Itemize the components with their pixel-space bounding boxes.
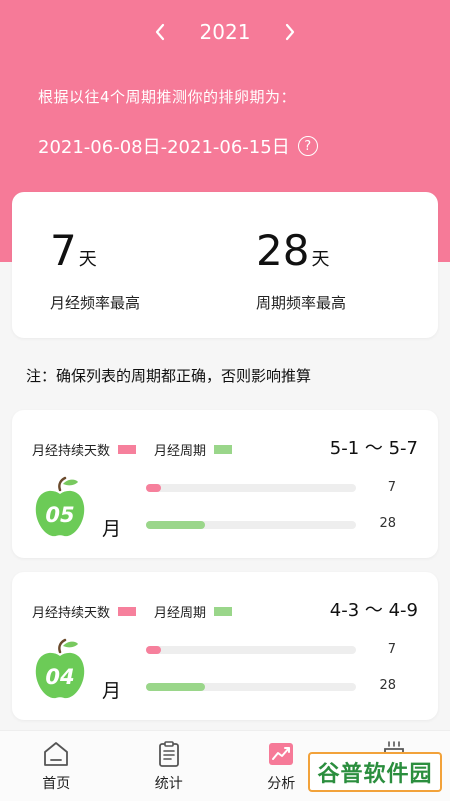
period-stat: 7天 月经频率最高 xyxy=(50,230,140,313)
period-bar-fill xyxy=(146,484,161,492)
month-range: 5-1 ～ 5-7 xyxy=(330,434,418,460)
tab-home-label: 首页 xyxy=(42,773,70,793)
tab-stats-label: 统计 xyxy=(155,773,183,793)
month-suffix: 月 xyxy=(102,514,121,541)
card-legend: 月经持续天数 月经周期 xyxy=(32,440,250,459)
year-navigator: 2021 xyxy=(0,14,450,50)
summary-card: 7天 月经频率最高 28天 周期频率最高 xyxy=(12,192,438,338)
chevron-left-icon xyxy=(154,23,166,41)
month-range: 4-3 ～ 4-9 xyxy=(330,596,418,622)
year-label: 2021 xyxy=(200,20,251,44)
cycle-days-value: 28 xyxy=(256,226,309,275)
legend-period-swatch xyxy=(118,445,136,454)
tab-home[interactable]: 首页 xyxy=(0,731,113,801)
chevron-right-icon xyxy=(284,23,296,41)
cycle-bar-value: 28 xyxy=(379,516,396,531)
card-legend: 月经持续天数 月经周期 xyxy=(32,602,250,621)
period-bar-track xyxy=(146,646,356,654)
help-icon[interactable]: ? xyxy=(298,136,318,156)
legend-cycle-swatch xyxy=(214,445,232,454)
watermark-logo: 谷普软件园 xyxy=(308,752,442,792)
legend-cycle-label: 月经周期 xyxy=(154,602,206,621)
cycle-bar-value: 28 xyxy=(379,678,396,693)
period-bar-value: 7 xyxy=(388,480,396,495)
apple-badge-number: 05 xyxy=(45,503,74,527)
tab-stats[interactable]: 统计 xyxy=(113,731,226,801)
legend-period-label: 月经持续天数 xyxy=(32,440,110,459)
cycle-bar-track xyxy=(146,683,356,691)
period-stat-label: 月经频率最高 xyxy=(50,292,140,313)
cycle-bar-fill xyxy=(146,521,205,529)
cycle-stat: 28天 周期频率最高 xyxy=(256,230,346,313)
next-year-button[interactable] xyxy=(278,20,302,44)
apple-badge-icon: 05 xyxy=(32,476,88,540)
ovulation-range-text: 2021-06-08日-2021-06-15日 xyxy=(38,133,290,159)
accuracy-note: 注：确保列表的周期都正确，否则影响推算 xyxy=(26,365,311,386)
chart-icon xyxy=(266,739,296,769)
legend-period-swatch xyxy=(118,607,136,616)
month-card-04[interactable]: 月经持续天数 月经周期 4-3 ～ 4-9 04 月 7 28 xyxy=(12,572,438,720)
cycle-bar-fill xyxy=(146,683,205,691)
period-days-unit: 天 xyxy=(79,249,97,270)
prev-year-button[interactable] xyxy=(148,20,172,44)
cycle-bar-track xyxy=(146,521,356,529)
apple-badge-icon: 04 xyxy=(32,638,88,702)
home-icon xyxy=(41,739,71,769)
period-bar-track xyxy=(146,484,356,492)
cycle-stat-label: 周期频率最高 xyxy=(256,292,346,313)
legend-period-label: 月经持续天数 xyxy=(32,602,110,621)
legend-cycle-swatch xyxy=(214,607,232,616)
period-bar-fill xyxy=(146,646,161,654)
legend-cycle-label: 月经周期 xyxy=(154,440,206,459)
cycle-days-unit: 天 xyxy=(311,249,329,270)
apple-badge-number: 04 xyxy=(45,665,74,689)
month-card-05[interactable]: 月经持续天数 月经周期 5-1 ～ 5-7 05 月 7 28 xyxy=(12,410,438,558)
ovulation-range: 2021-06-08日-2021-06-15日 ? xyxy=(38,133,318,159)
prediction-note: 根据以往4个周期推测你的排卵期为： xyxy=(38,86,296,107)
tab-analysis-label: 分析 xyxy=(267,773,295,793)
period-days-value: 7 xyxy=(50,226,77,275)
month-suffix: 月 xyxy=(102,676,121,703)
clipboard-icon xyxy=(154,739,184,769)
period-bar-value: 7 xyxy=(388,642,396,657)
